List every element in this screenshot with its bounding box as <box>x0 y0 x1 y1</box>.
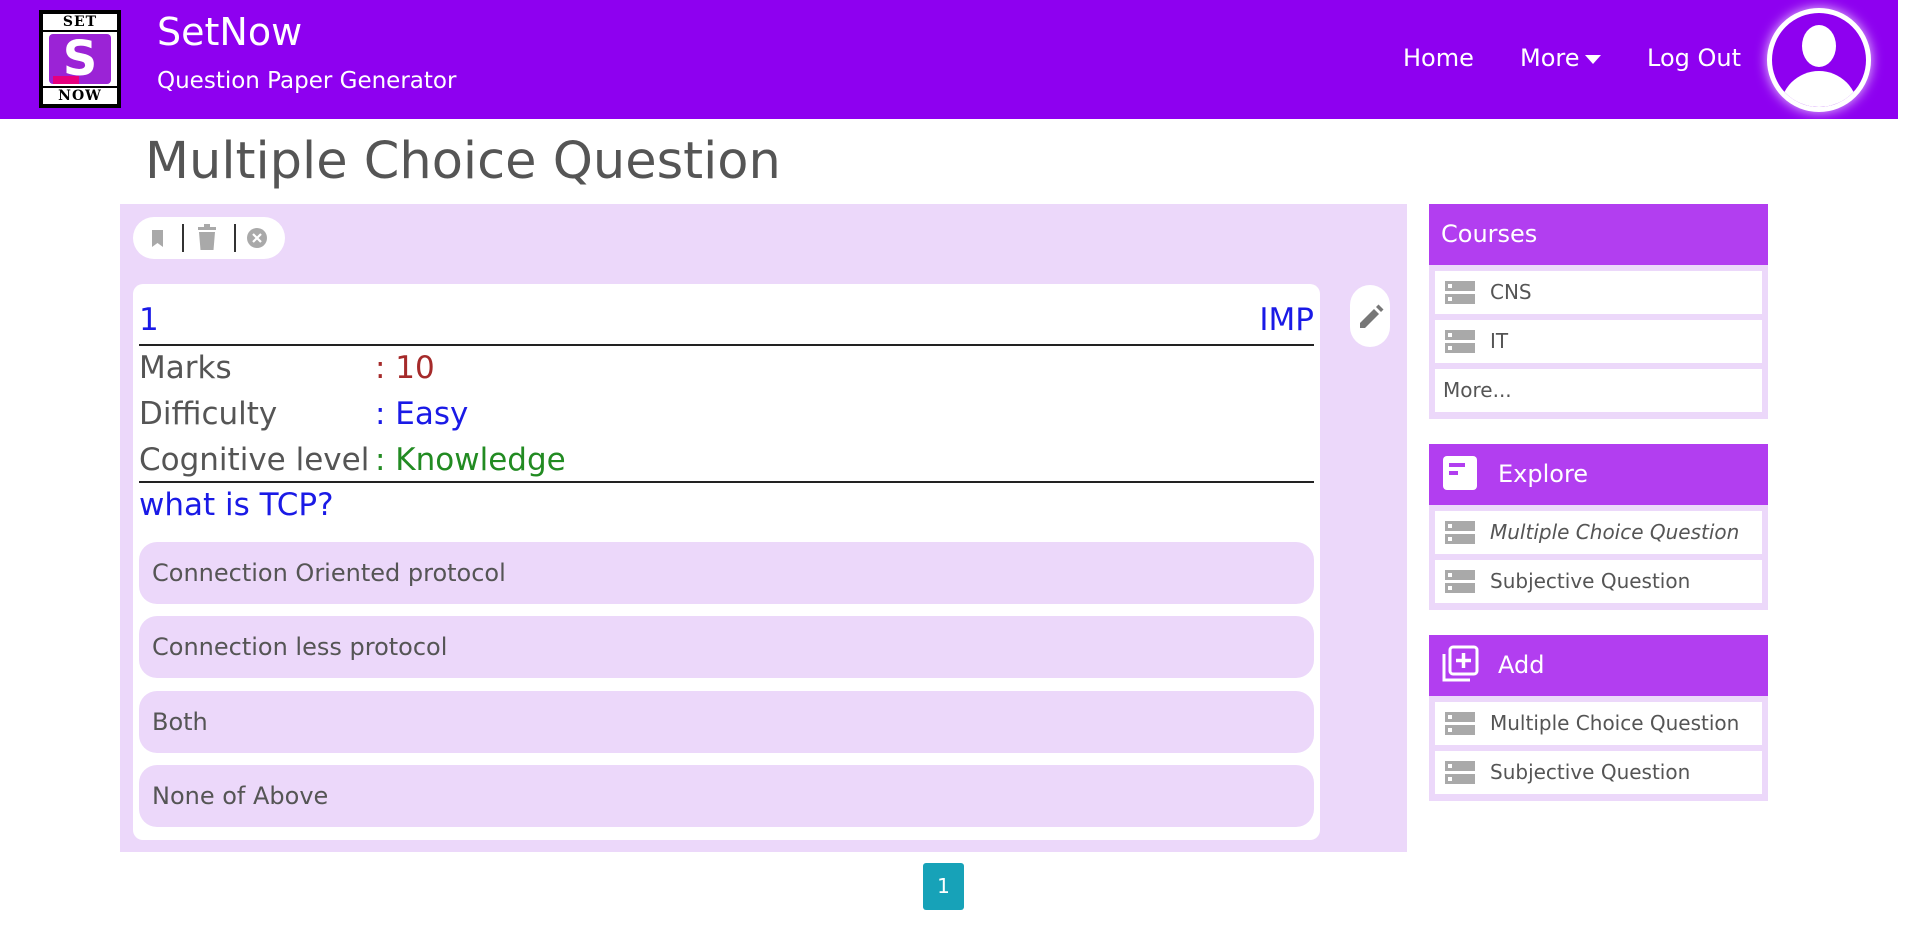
brand-subtitle: Question Paper Generator <box>157 68 457 94</box>
trash-icon <box>198 224 216 250</box>
server-icon <box>1445 330 1475 353</box>
question-panel: 1 IMP Marks : 10 Difficulty : Easy Cogniti… <box>120 204 1407 852</box>
page-title: Multiple Choice Question <box>145 132 781 191</box>
add-header: Add <box>1429 635 1768 696</box>
top-navbar: SET S NOW SetNow Question Paper Generato… <box>0 0 1898 119</box>
brand-title[interactable]: SetNow <box>157 10 302 54</box>
course-label: IT <box>1490 329 1509 353</box>
add-mcq-label: Multiple Choice Question <box>1490 711 1740 735</box>
server-icon <box>1445 712 1475 735</box>
nav-logout-link[interactable]: Log Out <box>1647 44 1741 72</box>
explore-subjective-label: Subjective Question <box>1490 569 1691 593</box>
explore-header: Explore <box>1429 444 1768 505</box>
course-item-it[interactable]: IT <box>1435 320 1762 363</box>
answer-option[interactable]: None of Above <box>139 765 1314 827</box>
add-panel: Add Multiple Choice Question Subjective … <box>1429 635 1768 801</box>
difficulty-row: Difficulty : Easy <box>139 396 468 432</box>
cognitive-row: Cognitive level: Knowledge <box>139 442 566 478</box>
avatar-head <box>1802 25 1836 67</box>
nav-more-label: More <box>1520 44 1580 72</box>
cognitive-label: Cognitive level <box>139 442 370 478</box>
question-text: what is TCP? <box>139 487 334 523</box>
user-avatar[interactable] <box>1767 8 1871 112</box>
pencil-icon <box>1360 304 1384 328</box>
explore-subjective-link[interactable]: Subjective Question <box>1435 560 1762 603</box>
courses-more-link[interactable]: More... <box>1435 369 1762 412</box>
course-item-cns[interactable]: CNS <box>1435 271 1762 314</box>
close-circle-icon <box>247 228 267 248</box>
add-subjective-link[interactable]: Subjective Question <box>1435 751 1762 794</box>
difficulty-value: : Easy <box>375 396 469 432</box>
avatar-shoulders <box>1780 71 1858 107</box>
close-button[interactable] <box>233 217 281 259</box>
caret-down-icon <box>1584 54 1601 64</box>
edit-button[interactable] <box>1350 285 1390 347</box>
courses-header: Courses <box>1429 204 1768 265</box>
more-label: More... <box>1443 378 1512 402</box>
bookmark-icon <box>152 230 163 247</box>
explore-mcq-label: Multiple Choice Question <box>1490 520 1740 544</box>
server-icon <box>1445 570 1475 593</box>
importance-tag: IMP <box>1259 302 1314 338</box>
logo-mid: S <box>43 32 117 86</box>
bookmark-button[interactable] <box>133 217 181 259</box>
difficulty-label: Difficulty <box>139 396 278 432</box>
add-title: Add <box>1498 651 1545 679</box>
marks-value: : 10 <box>375 350 435 386</box>
explore-mcq-link[interactable]: Multiple Choice Question <box>1435 511 1762 554</box>
course-label: CNS <box>1490 280 1532 304</box>
add-mcq-link[interactable]: Multiple Choice Question <box>1435 702 1762 745</box>
marks-label: Marks <box>139 350 232 386</box>
server-icon <box>1445 761 1475 784</box>
setnow-logo[interactable]: SET S NOW <box>39 10 121 108</box>
question-number: 1 <box>139 302 159 338</box>
divider <box>139 481 1314 483</box>
question-card: 1 IMP Marks : 10 Difficulty : Easy Cogniti… <box>133 284 1320 840</box>
cognitive-value: : Knowledge <box>375 442 566 478</box>
logo-bottom-text: NOW <box>43 88 117 104</box>
pagination-page-1[interactable]: 1 <box>923 863 964 910</box>
document-icon <box>1443 456 1477 490</box>
explore-panel: Explore Multiple Choice Question Subject… <box>1429 444 1768 610</box>
divider <box>139 344 1314 346</box>
nav-more-dropdown[interactable]: More <box>1520 44 1601 72</box>
question-toolbar <box>133 217 285 259</box>
answer-option[interactable]: Connection less protocol <box>139 616 1314 678</box>
add-subjective-label: Subjective Question <box>1490 760 1691 784</box>
answer-option[interactable]: Both <box>139 691 1314 753</box>
logo-accent <box>53 76 79 84</box>
logo-top-text: SET <box>43 14 117 30</box>
marks-colon-value: : 10 <box>375 350 435 386</box>
marks-row: Marks : 10 <box>139 350 435 386</box>
answer-option[interactable]: Connection Oriented protocol <box>139 542 1314 604</box>
delete-button[interactable] <box>183 217 231 259</box>
courses-title: Courses <box>1441 220 1538 248</box>
add-box-icon <box>1442 645 1479 682</box>
server-icon <box>1445 521 1475 544</box>
explore-title: Explore <box>1498 460 1589 488</box>
courses-panel: Courses CNS IT More... <box>1429 204 1768 419</box>
nav-home-link[interactable]: Home <box>1403 44 1474 72</box>
server-icon <box>1445 281 1475 304</box>
